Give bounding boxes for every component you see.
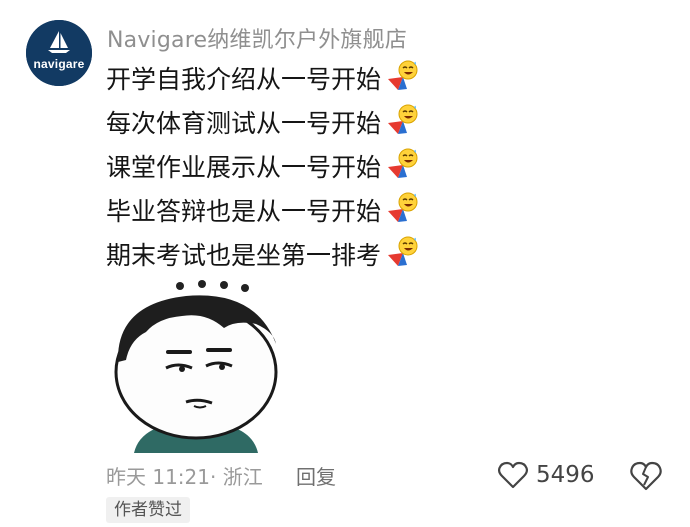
awkward-face-sticker-icon	[106, 272, 284, 453]
avatar-brand-text: navigare	[33, 57, 85, 71]
reply-button[interactable]: 回复	[296, 461, 336, 490]
sticker-image[interactable]	[106, 272, 284, 453]
like-count: 5496	[536, 462, 595, 488]
meta-separator: ·	[210, 465, 217, 489]
like-button[interactable]: 5496	[498, 458, 595, 492]
username[interactable]: Navigare纳维凯尔户外旗舰店	[107, 22, 407, 54]
sailboat-logo-icon	[26, 20, 92, 86]
author-liked-badge: 作者赞过	[106, 497, 190, 523]
comment-line-text: 每次体育测试从一号开始	[106, 109, 382, 138]
comment-line-text: 课堂作业展示从一号开始	[106, 153, 382, 182]
sweat-laugh-emoji-icon	[385, 103, 421, 137]
comment-line-text: 开学自我介绍从一号开始	[106, 65, 382, 94]
heart-outline-icon	[498, 461, 528, 489]
timestamp: 昨天 11:21	[106, 465, 210, 489]
comment-line: 每次体育测试从一号开始	[106, 100, 486, 144]
sweat-laugh-emoji-icon	[385, 147, 421, 181]
location: 浙江	[222, 465, 263, 489]
comment-line: 期末考试也是坐第一排考	[106, 232, 486, 276]
comment-meta: 昨天 11:21· 浙江	[106, 461, 263, 490]
avatar[interactable]: navigare	[26, 20, 92, 86]
sweat-laugh-emoji-icon	[385, 191, 421, 225]
comment-line: 课堂作业展示从一号开始	[106, 144, 486, 188]
comment-line-text: 毕业答辩也是从一号开始	[106, 197, 382, 226]
dislike-button[interactable]	[630, 460, 662, 492]
sweat-laugh-emoji-icon	[385, 59, 421, 93]
comment-line: 毕业答辩也是从一号开始	[106, 188, 486, 232]
comment-line-text: 期末考试也是坐第一排考	[106, 241, 382, 270]
broken-heart-icon	[630, 461, 662, 491]
sweat-laugh-emoji-icon	[385, 235, 421, 269]
comment-body: 开学自我介绍从一号开始 每次体育测试从一号开始 课堂作业展示从一号开始 毕业答辩…	[106, 56, 486, 276]
comment-line: 开学自我介绍从一号开始	[106, 56, 486, 100]
